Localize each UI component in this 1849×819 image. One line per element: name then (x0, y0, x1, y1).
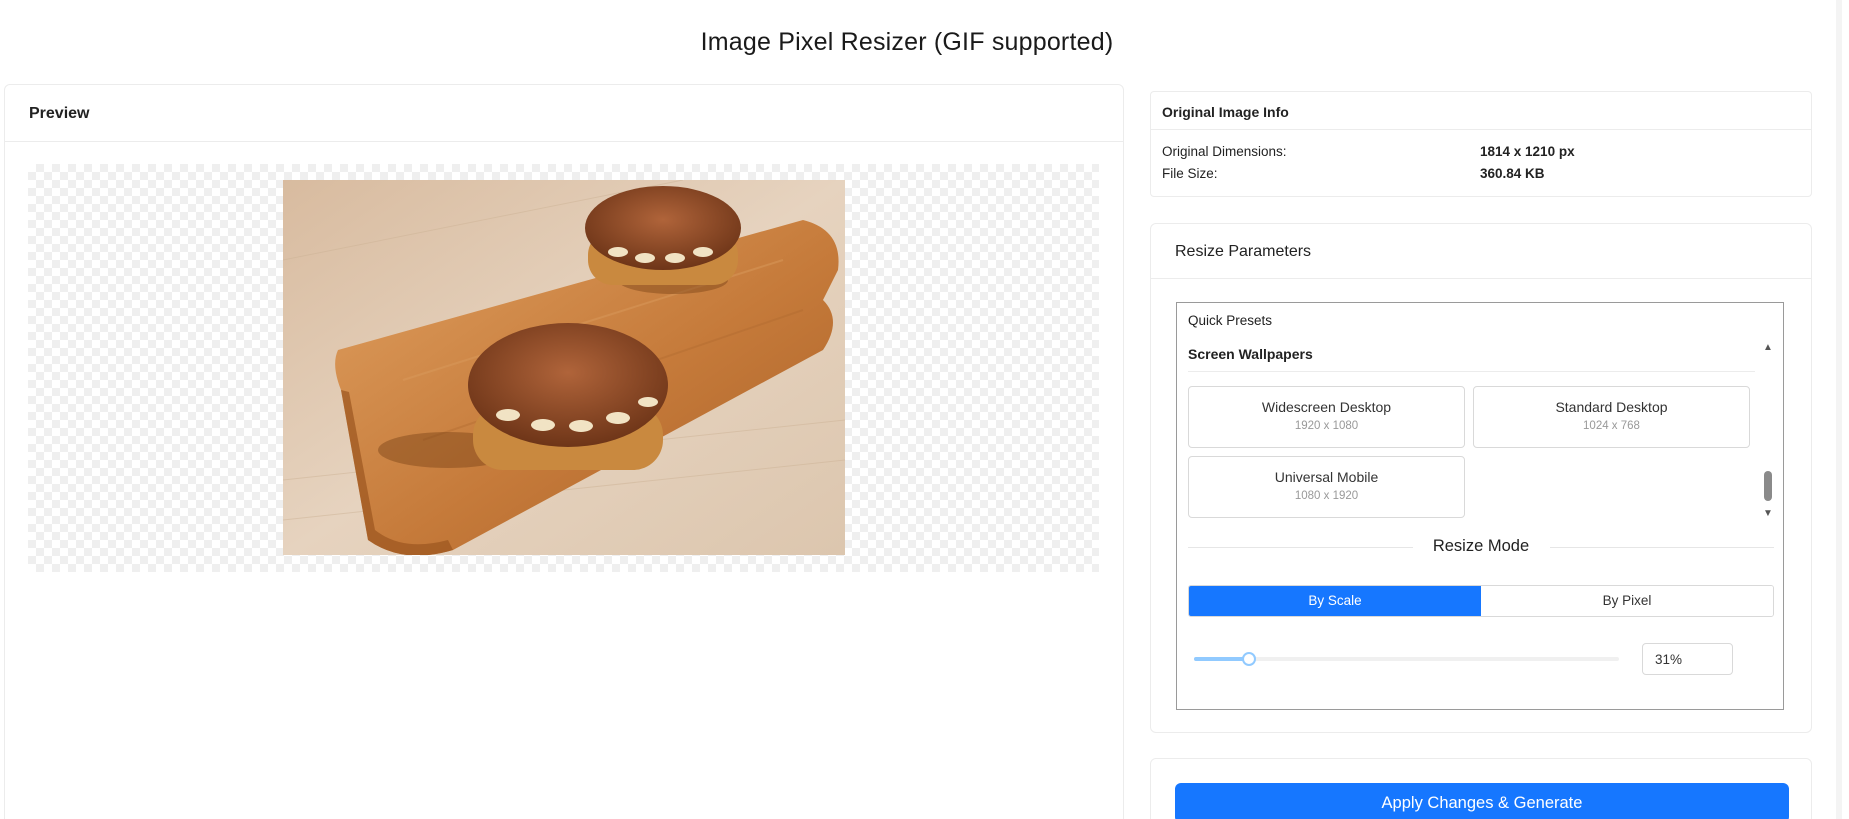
preview-card: Preview (4, 84, 1124, 819)
preview-title: Preview (5, 85, 1123, 142)
preset-widescreen-desktop[interactable]: Widescreen Desktop 1920 x 1080 (1188, 386, 1465, 448)
preset-dims: 1920 x 1080 (1294, 420, 1359, 432)
preview-image (283, 180, 845, 555)
preset-universal-mobile[interactable]: Universal Mobile 1080 x 1920 (1188, 456, 1465, 518)
scale-slider-fill (1194, 657, 1250, 661)
filesize-label: File Size: (1162, 166, 1218, 181)
quick-presets-label: Quick Presets (1188, 313, 1273, 328)
window-scrollbar[interactable] (1836, 0, 1842, 819)
dimensions-value: 1814 x 1210 px (1480, 144, 1575, 159)
apply-generate-button[interactable]: Apply Changes & Generate (1175, 783, 1789, 819)
back-cake (585, 186, 741, 285)
preset-standard-desktop[interactable]: Standard Desktop 1024 x 768 (1473, 386, 1750, 448)
scale-slider[interactable] (1194, 652, 1619, 666)
tiramisu-photo (283, 180, 845, 555)
mode-by-pixel[interactable]: By Pixel (1481, 586, 1773, 616)
scroll-down-icon[interactable]: ▼ (1761, 508, 1775, 520)
scroll-up-icon[interactable]: ▲ (1761, 342, 1775, 354)
dimensions-label: Original Dimensions: (1162, 144, 1287, 159)
filesize-row: File Size: 360.84 KB (1162, 166, 1545, 181)
resize-mode-divider: Resize Mode (1188, 537, 1774, 557)
preset-name: Standard Desktop (1555, 399, 1668, 415)
scale-slider-handle[interactable] (1242, 652, 1257, 666)
preset-name: Universal Mobile (1274, 469, 1379, 485)
parameters-frame: Quick Presets Screen Wallpapers Widescre… (1176, 302, 1784, 710)
resize-mode-toggle: By Scale By Pixel (1188, 585, 1774, 617)
original-info-title: Original Image Info (1151, 92, 1811, 130)
mode-by-scale[interactable]: By Scale (1189, 586, 1481, 616)
dimensions-row: Original Dimensions: 1814 x 1210 px (1162, 144, 1575, 159)
filesize-value: 360.84 KB (1480, 166, 1545, 181)
front-cake (468, 323, 668, 470)
scale-input[interactable] (1642, 643, 1733, 675)
preset-name: Widescreen Desktop (1261, 399, 1392, 415)
resize-parameters-card: Resize Parameters Quick Presets Screen W… (1150, 223, 1812, 733)
page-title: Image Pixel Resizer (GIF supported) (700, 28, 1114, 56)
preset-dims: 1024 x 768 (1583, 420, 1640, 432)
preview-canvas (28, 164, 1099, 572)
resize-mode-title: Resize Mode (1432, 537, 1530, 555)
apply-card: Apply Changes & Generate (1150, 758, 1812, 819)
screen-wallpapers-title: Screen Wallpapers (1188, 346, 1755, 372)
resize-parameters-title: Resize Parameters (1151, 224, 1811, 279)
presets-scrollbar-thumb[interactable] (1764, 471, 1772, 501)
original-info-card: Original Image Info Original Dimensions:… (1150, 91, 1812, 197)
preset-dims: 1080 x 1920 (1294, 490, 1359, 502)
